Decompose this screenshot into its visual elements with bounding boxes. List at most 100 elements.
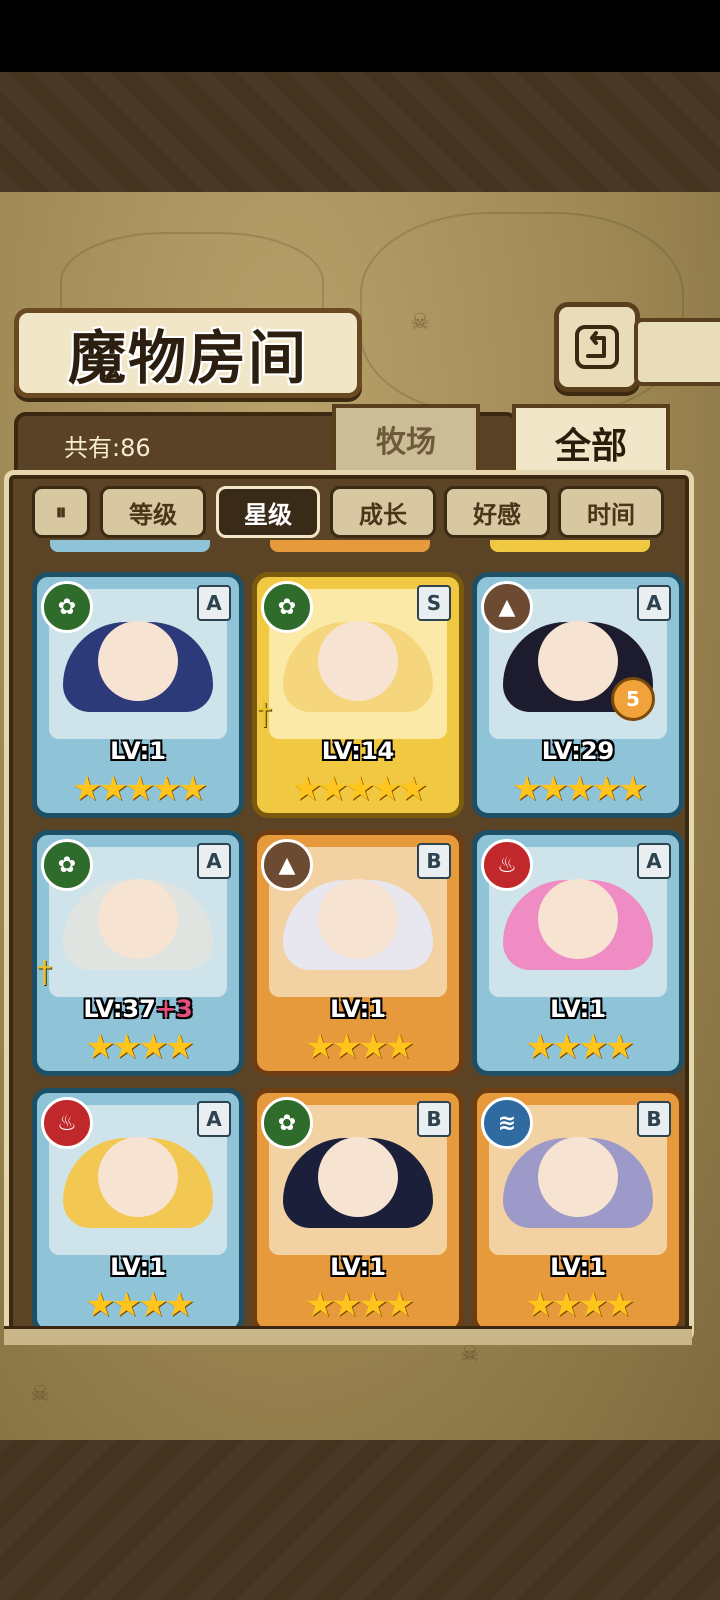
- grass-element-icon: ✿: [261, 581, 313, 633]
- star-icon: ★: [525, 1027, 556, 1067]
- rank-badge: B: [637, 1101, 671, 1137]
- star-icon: ★: [318, 769, 349, 809]
- level-text: LV:1: [550, 1253, 606, 1281]
- back-button[interactable]: [554, 302, 640, 392]
- star-icon: ★: [525, 1285, 556, 1325]
- star-icon: ★: [511, 769, 543, 809]
- skull-icon: ☠: [410, 310, 430, 335]
- card-peek: [490, 540, 650, 552]
- star-icon: ★: [604, 1285, 635, 1325]
- sort-order-toggle[interactable]: ⏸: [32, 486, 90, 538]
- monster-level: LV:1: [37, 737, 239, 765]
- star-icon: ★: [138, 1027, 169, 1067]
- rank-badge: A: [637, 843, 671, 879]
- star-icon: ★: [617, 769, 649, 809]
- card-peek: [270, 540, 430, 552]
- star-rating: ★★★★: [37, 1027, 239, 1067]
- monster-face: [538, 1137, 618, 1217]
- star-icon: ★: [305, 1285, 336, 1325]
- monster-face: [98, 1137, 178, 1217]
- monster-card[interactable]: ✿ A LV:1 ★★★★★: [32, 572, 244, 818]
- star-icon: ★: [578, 1027, 609, 1067]
- star-icon: ★: [71, 769, 103, 809]
- rank-badge: A: [637, 585, 671, 621]
- monster-level: LV:14: [257, 737, 459, 765]
- rank-badge: B: [417, 843, 451, 879]
- level-text: LV:37: [83, 995, 156, 1023]
- star-icon: ★: [358, 1285, 389, 1325]
- star-icon: ★: [111, 1285, 143, 1325]
- star-icon: ★: [111, 1027, 143, 1067]
- monster-card[interactable]: ▲ A 5 LV:29 ★★★★★: [472, 572, 684, 818]
- star-icon: ★: [551, 1285, 583, 1325]
- star-icon: ★: [85, 1027, 116, 1067]
- star-rating: ★★★★★: [257, 769, 459, 809]
- level-text: LV:1: [110, 1253, 166, 1281]
- level-text: LV:1: [330, 995, 386, 1023]
- sort-star-button[interactable]: 星级: [216, 486, 320, 538]
- star-rating: ★★★★: [257, 1285, 459, 1325]
- tab-all[interactable]: 全部: [512, 404, 670, 478]
- sort-affection-button[interactable]: 好感: [444, 486, 550, 538]
- monster-card[interactable]: ▲ B LV:1 ★★★★: [252, 830, 464, 1076]
- level-text: LV:1: [550, 995, 606, 1023]
- fire-element-icon: ♨: [41, 1097, 93, 1149]
- monster-level: LV:29: [477, 737, 679, 765]
- tab-ranch[interactable]: 牧场: [332, 404, 480, 470]
- fire-element-icon: ♨: [481, 839, 533, 891]
- star-icon: ★: [138, 1285, 169, 1325]
- star-icon: ★: [331, 1027, 363, 1067]
- star-icon: ★: [578, 1285, 609, 1325]
- monster-level: LV:37+3: [37, 995, 239, 1023]
- monster-face: [318, 621, 398, 701]
- star-icon: ★: [85, 1285, 116, 1325]
- affection-badge-icon: 5: [611, 677, 655, 721]
- monster-level: LV:1: [257, 995, 459, 1023]
- monster-count: 共有:86: [64, 434, 151, 462]
- card-peek: [50, 540, 210, 552]
- sort-level-button[interactable]: 等级: [100, 486, 206, 538]
- sort-growth-button[interactable]: 成长: [330, 486, 436, 538]
- star-icon: ★: [551, 1027, 583, 1067]
- page-title-plate: 魔物房间: [14, 308, 362, 398]
- rank-badge: A: [197, 1101, 231, 1137]
- rock-element-icon: ▲: [261, 839, 313, 891]
- rank-badge: S: [417, 585, 451, 621]
- star-rating: ★★★★: [257, 1027, 459, 1067]
- level-text: LV:1: [110, 737, 166, 765]
- star-icon: ★: [384, 1285, 415, 1325]
- list-frame-bottom: [4, 1326, 692, 1345]
- page-title: 魔物房间: [67, 324, 308, 392]
- star-icon: ★: [177, 769, 209, 809]
- monster-card[interactable]: ✿ S † LV:14 ★★★★★: [252, 572, 464, 818]
- monster-card[interactable]: ≋ B LV:1 ★★★★: [472, 1088, 684, 1334]
- return-arrow-icon: [575, 325, 619, 369]
- monster-card[interactable]: ♨ A LV:1 ★★★★: [472, 830, 684, 1076]
- monster-face: [538, 879, 618, 959]
- monster-level: LV:1: [477, 995, 679, 1023]
- rank-badge: A: [197, 585, 231, 621]
- level-text: LV:14: [321, 737, 395, 765]
- background-bottom: [0, 1440, 720, 1600]
- star-icon: ★: [124, 769, 156, 809]
- sort-time-button[interactable]: 时间: [558, 486, 664, 538]
- rank-badge: B: [417, 1101, 451, 1137]
- grass-element-icon: ✿: [41, 839, 93, 891]
- rank-badge: A: [197, 843, 231, 879]
- star-icon: ★: [305, 1027, 336, 1067]
- level-text: LV:29: [541, 737, 615, 765]
- star-rating: ★★★★: [477, 1285, 679, 1325]
- monster-card[interactable]: ♨ A LV:1 ★★★★: [32, 1088, 244, 1334]
- star-icon: ★: [564, 769, 596, 809]
- monster-card[interactable]: ✿ B LV:1 ★★★★: [252, 1088, 464, 1334]
- star-rating: ★★★★★: [37, 769, 239, 809]
- star-icon: ★: [164, 1027, 195, 1067]
- star-icon: ★: [358, 1027, 389, 1067]
- monster-card[interactable]: ✿ A † LV:37+3 ★★★★: [32, 830, 244, 1076]
- monster-level: LV:1: [257, 1253, 459, 1281]
- star-rating: ★★★★: [477, 1027, 679, 1067]
- star-rating: ★★★★: [37, 1285, 239, 1325]
- monster-face: [318, 879, 398, 959]
- star-icon: ★: [371, 769, 402, 809]
- star-icon: ★: [151, 769, 182, 809]
